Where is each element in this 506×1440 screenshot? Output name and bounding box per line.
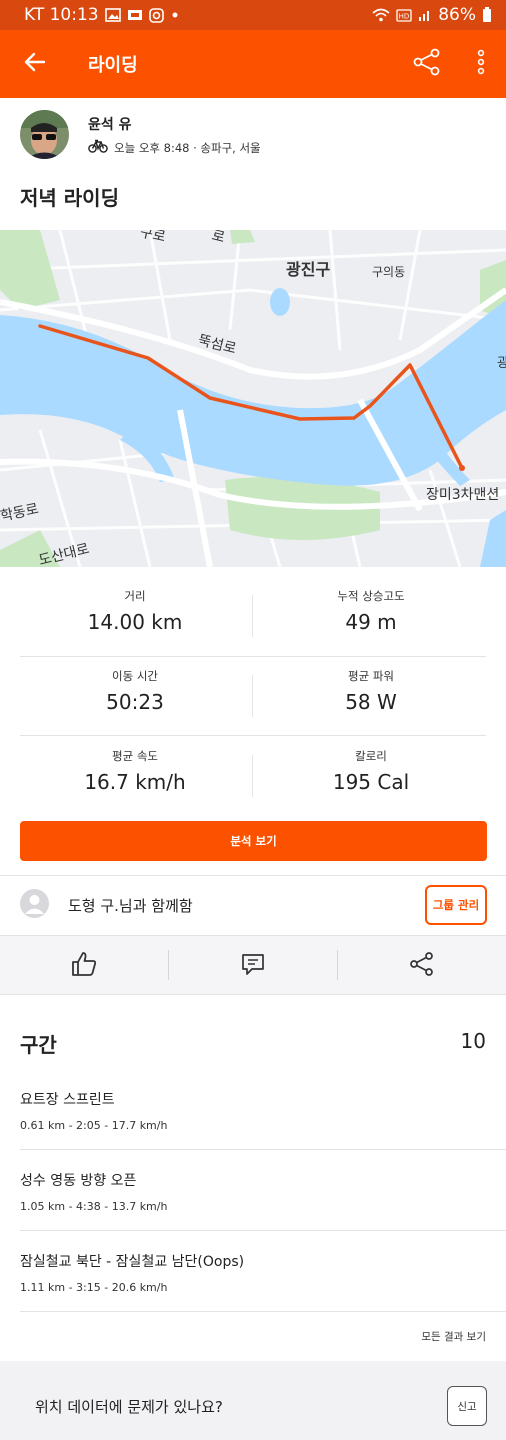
segment-detail: 1.05 km - 4:38 - 13.7 km/h	[20, 1200, 168, 1213]
share-icon	[409, 951, 435, 981]
activity-meta: 오늘 오후 8:48 · 송파구, 서울	[88, 139, 261, 156]
stat-divider	[252, 755, 253, 797]
status-bar: KT 10:13 HD 86%	[0, 0, 506, 30]
stat-value: 195 Cal	[332, 770, 410, 794]
back-arrow-icon	[24, 51, 46, 77]
stat-label: 칼로리	[355, 749, 387, 763]
report-button[interactable]: 신고	[447, 1386, 487, 1426]
segments-count: 10	[460, 1029, 486, 1053]
bike-icon	[88, 139, 108, 156]
thumbs-up-icon	[70, 950, 98, 982]
report-text: 위치 데이터에 문제가 있나요?	[35, 1398, 223, 1416]
stat-value: 49 m	[345, 610, 397, 634]
segment-name: 요트장 스프린트	[20, 1092, 115, 1108]
photo-icon	[104, 8, 121, 22]
segment-divider	[20, 1149, 506, 1150]
stat-label: 평균 파워	[348, 669, 394, 683]
more-vertical-icon	[477, 49, 485, 79]
media-icon	[127, 8, 143, 22]
map-label-guui: 구의동	[372, 265, 406, 279]
segment-detail: 0.61 km - 2:05 - 17.7 km/h	[20, 1119, 168, 1132]
page-title: 라이딩	[88, 55, 138, 76]
segment-item[interactable]: 잠실철교 북단 - 잠실철교 남단(Oops) 1.11 km - 3:15 -…	[20, 1251, 506, 1294]
stat-value: 58 W	[345, 690, 397, 714]
comment-button[interactable]	[169, 936, 337, 996]
more-options-button[interactable]	[464, 44, 498, 84]
report-section: 위치 데이터에 문제가 있나요? 신고	[0, 1375, 506, 1440]
stat-calories: 칼로리 195 Cal	[256, 748, 486, 794]
comment-icon	[240, 951, 266, 981]
group-ride-text[interactable]: 도형 구.님과 함께함	[68, 895, 193, 916]
analysis-button[interactable]: 분석 보기	[20, 821, 487, 861]
stat-elevation: 누적 상승고도 49 m	[256, 588, 486, 634]
battery-percent: 86%	[438, 5, 476, 25]
dot-icon	[170, 10, 180, 20]
instagram-icon	[148, 7, 164, 23]
segment-detail: 1.11 km - 3:15 - 20.6 km/h	[20, 1281, 168, 1294]
segment-divider	[20, 1230, 506, 1231]
map-label-gwangjin: 광진구	[286, 260, 331, 279]
group-manage-button[interactable]: 그룹 관리	[425, 885, 487, 925]
svg-text:HD: HD	[399, 12, 410, 20]
segment-name: 잠실철교 북단 - 잠실철교 남단(Oops)	[20, 1254, 245, 1270]
stat-row-divider	[20, 656, 486, 657]
segment-divider	[20, 1311, 506, 1312]
activity-header: 윤석 유 오늘 오후 8:48 · 송파구, 서울 저녁 라이딩	[0, 98, 506, 230]
segment-item[interactable]: 성수 영동 방향 오픈 1.05 km - 4:38 - 13.7 km/h	[20, 1170, 506, 1213]
share-button[interactable]	[402, 44, 452, 84]
stat-avg-power: 평균 파워 58 W	[256, 668, 486, 714]
app-bar: 라이딩	[0, 30, 506, 98]
stat-label: 거리	[124, 589, 146, 603]
route-map[interactable]: 광진구 구의동 뚝섬로 장미3차맨션 학동로 도산대로 광 구로 로	[0, 230, 506, 567]
stat-value: 16.7 km/h	[84, 770, 186, 794]
signal-icon	[418, 8, 432, 22]
back-button[interactable]	[0, 30, 70, 98]
kudos-button[interactable]	[0, 936, 168, 996]
segment-name: 성수 영동 방향 오픈	[20, 1173, 137, 1189]
segment-item[interactable]: 요트장 스프린트 0.61 km - 2:05 - 17.7 km/h	[20, 1089, 506, 1132]
stat-row-divider	[20, 735, 486, 736]
athlete-name[interactable]: 윤석 유	[88, 114, 132, 134]
stat-value: 14.00 km	[87, 610, 183, 634]
stat-distance: 거리 14.00 km	[20, 588, 250, 634]
activity-title: 저녁 라이딩	[20, 186, 119, 210]
map-label-gwang-edge: 광	[497, 356, 506, 371]
all-results-link[interactable]: 모든 결과 보기	[421, 1329, 486, 1344]
stat-label: 이동 시간	[112, 669, 158, 683]
battery-icon	[482, 7, 492, 23]
segments-title: 구간	[20, 1033, 57, 1057]
group-avatar[interactable]	[20, 889, 49, 918]
stat-avg-speed: 평균 속도 16.7 km/h	[20, 748, 250, 794]
map-label-jangmi: 장미3차맨션	[426, 487, 500, 503]
action-bar	[0, 935, 506, 995]
stat-label: 평균 속도	[112, 749, 158, 763]
stat-value: 50:23	[106, 690, 164, 714]
section-divider	[0, 875, 506, 876]
stat-label: 누적 상승고도	[337, 589, 405, 603]
share-icon	[413, 48, 441, 80]
segments-section: 구간 10 요트장 스프린트 0.61 km - 2:05 - 17.7 km/…	[0, 1009, 506, 1361]
avatar[interactable]	[20, 110, 69, 159]
stat-divider	[252, 595, 253, 637]
share-activity-button[interactable]	[338, 936, 506, 996]
carrier-time: KT 10:13	[24, 5, 99, 25]
map-canvas	[0, 230, 506, 567]
wifi-icon	[372, 8, 390, 22]
activity-meta-text: 오늘 오후 8:48 · 송파구, 서울	[114, 140, 261, 155]
stat-moving-time: 이동 시간 50:23	[20, 668, 250, 714]
hd-icon: HD	[396, 8, 412, 22]
stat-divider	[252, 675, 253, 717]
